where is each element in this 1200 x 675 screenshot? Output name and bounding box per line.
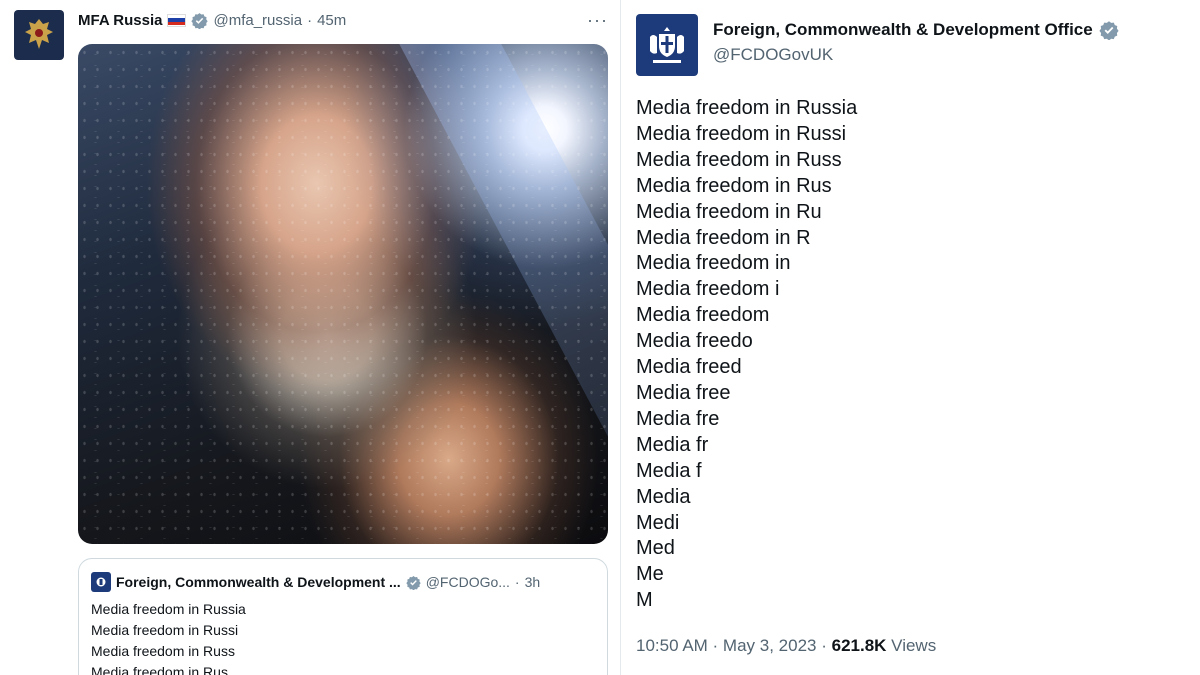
quoted-text-line: Media freedom in Rus bbox=[91, 664, 228, 675]
tweet-timestamp[interactable]: 10:50 AM · May 3, 2023 · bbox=[636, 636, 832, 655]
tweet-meta: 10:50 AM · May 3, 2023 · 621.8K Views bbox=[636, 636, 936, 656]
quoted-author-name: Foreign, Commonwealth & Development ... bbox=[116, 574, 401, 590]
fcdo-small-avatar bbox=[91, 572, 111, 592]
tweet-text-line: Media freedom in Rus bbox=[636, 174, 832, 197]
quoted-tweet-text: Media freedom in Russia Media freedom in… bbox=[91, 599, 246, 675]
tweet-text-line: Media freedom i bbox=[636, 278, 780, 301]
quoted-tweet-header: Foreign, Commonwealth & Development ... … bbox=[91, 572, 595, 592]
tweet-text-line: Media freed bbox=[636, 356, 742, 379]
tweet-text-line: Media bbox=[636, 485, 691, 508]
tweet-time[interactable]: 45m bbox=[317, 12, 346, 29]
tweet-text-line: Media freedom in bbox=[636, 252, 791, 275]
tweet-text-line: Media freedo bbox=[636, 330, 753, 353]
mfa-tweet[interactable]: MFA Russia @mfa_russia · 45m ··· Foreign… bbox=[0, 0, 620, 675]
royal-coat-of-arms-icon bbox=[650, 27, 684, 63]
views-label: Views bbox=[886, 636, 937, 655]
tweet-text-line: Medi bbox=[636, 511, 680, 534]
tweet-photo[interactable] bbox=[78, 44, 608, 544]
window-raindrops bbox=[78, 44, 608, 544]
verified-badge-icon bbox=[191, 12, 209, 29]
tweet-text-line: Media fr bbox=[636, 433, 709, 456]
quoted-text-line: Media freedom in Russi bbox=[91, 622, 239, 638]
tweet-text-line: Media fre bbox=[636, 407, 720, 430]
tweet-text-line: Media freedom in Russ bbox=[636, 148, 842, 171]
quoted-text-line: Media freedom in Russ bbox=[91, 643, 235, 659]
screenshot-collage: MFA Russia @mfa_russia · 45m ··· Foreign… bbox=[0, 0, 1200, 675]
tweet-text-line: Me bbox=[636, 563, 664, 586]
author-handle[interactable]: @FCDOGovUK bbox=[713, 45, 833, 65]
author-name-row: Foreign, Commonwealth & Development Offi… bbox=[713, 20, 1119, 40]
tweet-text-line: Media free bbox=[636, 381, 731, 404]
tweet-text: Media freedom in Russia Media freedom in… bbox=[636, 96, 857, 614]
russia-flag-icon bbox=[167, 13, 187, 27]
quoted-author-handle: @FCDOGo... bbox=[425, 574, 510, 590]
tweet-text-line: Media freedom bbox=[636, 304, 770, 327]
tweet-text-line: Med bbox=[636, 537, 675, 560]
tweet-text-line: Media freedom in Russia bbox=[636, 97, 858, 119]
verified-badge-icon bbox=[1099, 21, 1119, 40]
tweet-text-line: Media freedom in R bbox=[636, 226, 811, 249]
author-handle[interactable]: @mfa_russia bbox=[213, 12, 302, 29]
mfa-tweet-header: MFA Russia @mfa_russia · 45m ··· bbox=[78, 10, 608, 30]
russian-coat-of-arms-icon bbox=[25, 19, 53, 49]
quoted-text-line: Media freedom in Russia bbox=[91, 601, 246, 617]
more-options-icon[interactable]: ··· bbox=[587, 10, 608, 31]
mfa-avatar[interactable] bbox=[14, 10, 64, 60]
tweet-text-line: Media f bbox=[636, 459, 702, 482]
separator-dot: · bbox=[514, 574, 520, 590]
verified-badge-icon bbox=[406, 575, 421, 590]
fcdo-tweet[interactable]: Foreign, Commonwealth & Development Offi… bbox=[621, 0, 1200, 675]
author-name[interactable]: Foreign, Commonwealth & Development Offi… bbox=[713, 20, 1093, 40]
tweet-text-line: Media freedom in Russi bbox=[636, 122, 847, 145]
author-name[interactable]: MFA Russia bbox=[78, 12, 162, 29]
separator-dot: · bbox=[307, 11, 313, 29]
views-count: 621.8K bbox=[831, 636, 887, 655]
tweet-text-line: M bbox=[636, 589, 653, 612]
fcdo-avatar[interactable] bbox=[636, 14, 698, 76]
royal-coat-of-arms-icon bbox=[96, 577, 106, 587]
tweet-text-line: Media freedom in Ru bbox=[636, 200, 822, 223]
quoted-tweet-time: 3h bbox=[524, 574, 541, 590]
quoted-tweet[interactable]: Foreign, Commonwealth & Development ... … bbox=[78, 558, 608, 675]
